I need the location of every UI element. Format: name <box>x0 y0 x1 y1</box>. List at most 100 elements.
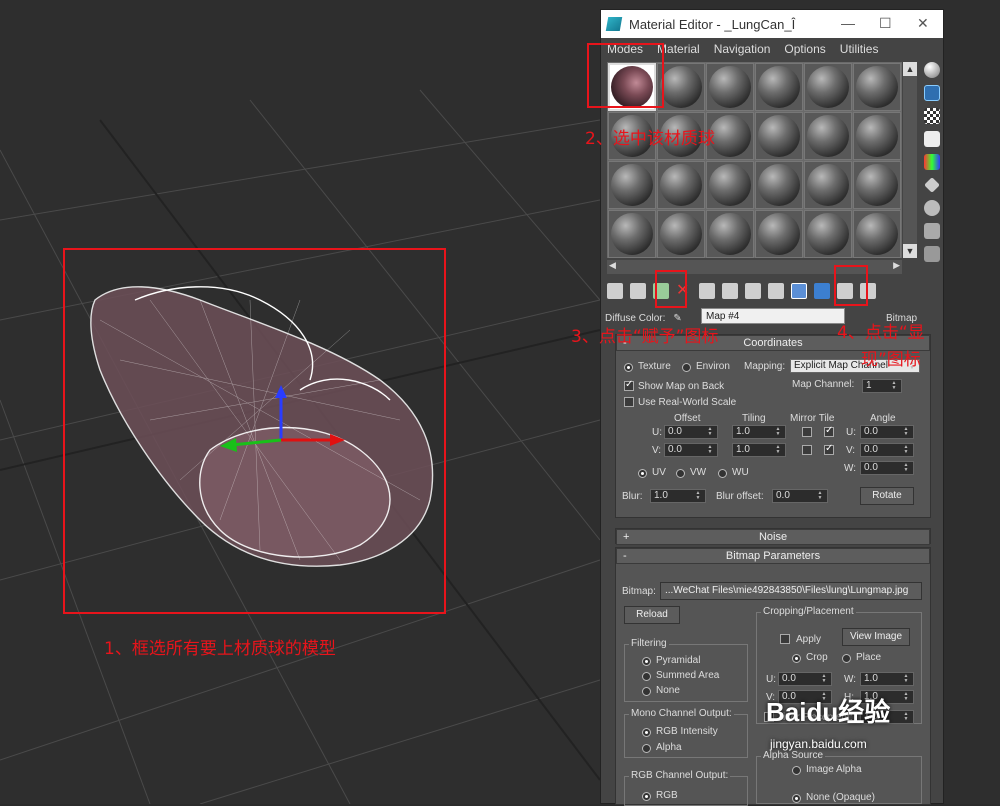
select-by-material-icon[interactable] <box>924 223 940 239</box>
material-sphere-icon <box>611 213 653 255</box>
bitmap-path-button[interactable]: ...WeChat Files\mie492843850\Files\lung\… <box>660 582 922 600</box>
pyramidal-radio[interactable] <box>642 657 651 666</box>
show-end-result-icon[interactable] <box>814 283 830 299</box>
material-slot[interactable] <box>755 63 803 111</box>
u-tiling-spinner[interactable]: 1.0 <box>732 425 786 439</box>
material-slot[interactable] <box>853 161 901 209</box>
material-slot[interactable] <box>657 210 705 258</box>
scroll-up-icon[interactable]: ▲ <box>903 62 917 76</box>
put-to-library-icon[interactable] <box>745 283 761 299</box>
show-map-in-viewport-icon[interactable] <box>791 283 807 299</box>
v-mirror-checkbox[interactable] <box>802 445 812 455</box>
right-toolbar <box>921 62 943 269</box>
close-icon[interactable]: ✕ <box>917 15 929 32</box>
menu-navigation[interactable]: Navigation <box>714 42 771 56</box>
material-sphere-icon <box>807 164 849 206</box>
v-offset-spinner[interactable]: 0.0 <box>664 443 718 457</box>
material-slot[interactable] <box>853 63 901 111</box>
rotate-button[interactable]: Rotate <box>860 487 914 505</box>
material-slot[interactable] <box>853 112 901 160</box>
background-checker-icon[interactable] <box>924 108 940 124</box>
tiling-label: Tiling <box>742 413 766 424</box>
vw-radio[interactable] <box>676 469 685 478</box>
title-bar[interactable]: Material Editor - _LungCan_Î — ☐ ✕ <box>601 10 943 38</box>
view-image-button[interactable]: View Image <box>842 628 910 646</box>
make-unique-icon[interactable] <box>722 283 738 299</box>
mono-alpha-label: Alpha <box>656 742 682 753</box>
environ-radio[interactable] <box>682 363 691 372</box>
scroll-right-icon[interactable]: ▶ <box>893 260 900 271</box>
material-slot[interactable] <box>853 210 901 258</box>
backlight-icon[interactable] <box>924 85 940 101</box>
scroll-left-icon[interactable]: ◀ <box>609 260 616 271</box>
material-slot[interactable] <box>804 161 852 209</box>
watermark-url: jingyan.baidu.com <box>770 737 867 751</box>
options-icon[interactable] <box>924 200 940 216</box>
material-slot[interactable] <box>804 63 852 111</box>
sample-type-icon[interactable] <box>924 62 940 78</box>
crop-u-spinner[interactable]: 0.0 <box>778 672 832 686</box>
minimize-icon[interactable]: — <box>841 15 855 31</box>
wu-radio[interactable] <box>718 469 727 478</box>
none-opaque-radio[interactable] <box>792 794 801 803</box>
u-angle-spinner[interactable]: 0.0 <box>860 425 914 439</box>
material-slot[interactable] <box>706 63 754 111</box>
material-slot[interactable] <box>755 210 803 258</box>
uv-tiling-icon[interactable] <box>924 131 940 147</box>
rgb-radio[interactable] <box>642 792 651 801</box>
crop-w-spinner[interactable]: 1.0 <box>860 672 914 686</box>
blur-offset-spinner[interactable]: 0.0 <box>772 489 828 503</box>
v-angle-spinner[interactable]: 0.0 <box>860 443 914 457</box>
reload-button[interactable]: Reload <box>624 606 680 624</box>
material-slot[interactable] <box>755 112 803 160</box>
material-slot[interactable] <box>755 161 803 209</box>
menu-utilities[interactable]: Utilities <box>840 42 879 56</box>
image-alpha-radio[interactable] <box>792 766 801 775</box>
mono-alpha-radio[interactable] <box>642 744 651 753</box>
crop-radio[interactable] <box>792 654 801 663</box>
bitmap-parameters-header[interactable]: - Bitmap Parameters <box>616 548 930 564</box>
material-slot[interactable] <box>657 63 705 111</box>
material-slot[interactable] <box>804 210 852 258</box>
material-slot[interactable] <box>608 210 656 258</box>
map-name-field[interactable]: Map #4 <box>701 308 845 324</box>
maximize-icon[interactable]: ☐ <box>879 15 892 32</box>
slots-vertical-scrollbar[interactable]: ▲ ▼ <box>903 62 917 258</box>
material-map-navigator-icon[interactable] <box>924 246 940 262</box>
u-offset-spinner[interactable]: 0.0 <box>664 425 718 439</box>
filtering-label: Filtering <box>629 638 669 649</box>
material-slot[interactable] <box>706 161 754 209</box>
summed-area-radio[interactable] <box>642 672 651 681</box>
apply-checkbox[interactable] <box>780 634 790 644</box>
material-slot[interactable] <box>706 210 754 258</box>
v-tiling-spinner[interactable]: 1.0 <box>732 443 786 457</box>
annotation-box-assign-icon <box>655 270 687 308</box>
make-preview-icon[interactable] <box>924 177 940 193</box>
u-mirror-checkbox[interactable] <box>802 427 812 437</box>
get-material-icon[interactable] <box>607 283 623 299</box>
place-radio[interactable] <box>842 654 851 663</box>
map-channel-spinner[interactable]: 1 <box>862 379 902 393</box>
uv-radio[interactable] <box>638 469 647 478</box>
material-slot[interactable] <box>608 161 656 209</box>
material-slot[interactable] <box>657 161 705 209</box>
texture-radio[interactable] <box>624 363 633 372</box>
real-world-scale-checkbox[interactable] <box>624 397 634 407</box>
copy-material-icon[interactable] <box>699 283 715 299</box>
noise-header[interactable]: + Noise <box>616 529 930 545</box>
scroll-down-icon[interactable]: ▼ <box>903 244 917 258</box>
w-angle-spinner[interactable]: 0.0 <box>860 461 914 475</box>
material-slot[interactable] <box>804 112 852 160</box>
none-opaque-label: None (Opaque) <box>806 792 875 803</box>
filter-none-radio[interactable] <box>642 687 651 696</box>
material-id-channel-icon[interactable] <box>768 283 784 299</box>
menu-options[interactable]: Options <box>784 42 825 56</box>
blur-spinner[interactable]: 1.0 <box>650 489 706 503</box>
show-map-on-back-checkbox[interactable] <box>624 379 634 391</box>
put-to-scene-icon[interactable] <box>630 283 646 299</box>
video-color-check-icon[interactable] <box>924 154 940 170</box>
window-title: Material Editor - _LungCan_Î <box>629 16 796 32</box>
u-tile-checkbox[interactable] <box>824 425 834 437</box>
rgb-intensity-radio[interactable] <box>642 728 651 737</box>
v-tile-checkbox[interactable] <box>824 443 834 455</box>
